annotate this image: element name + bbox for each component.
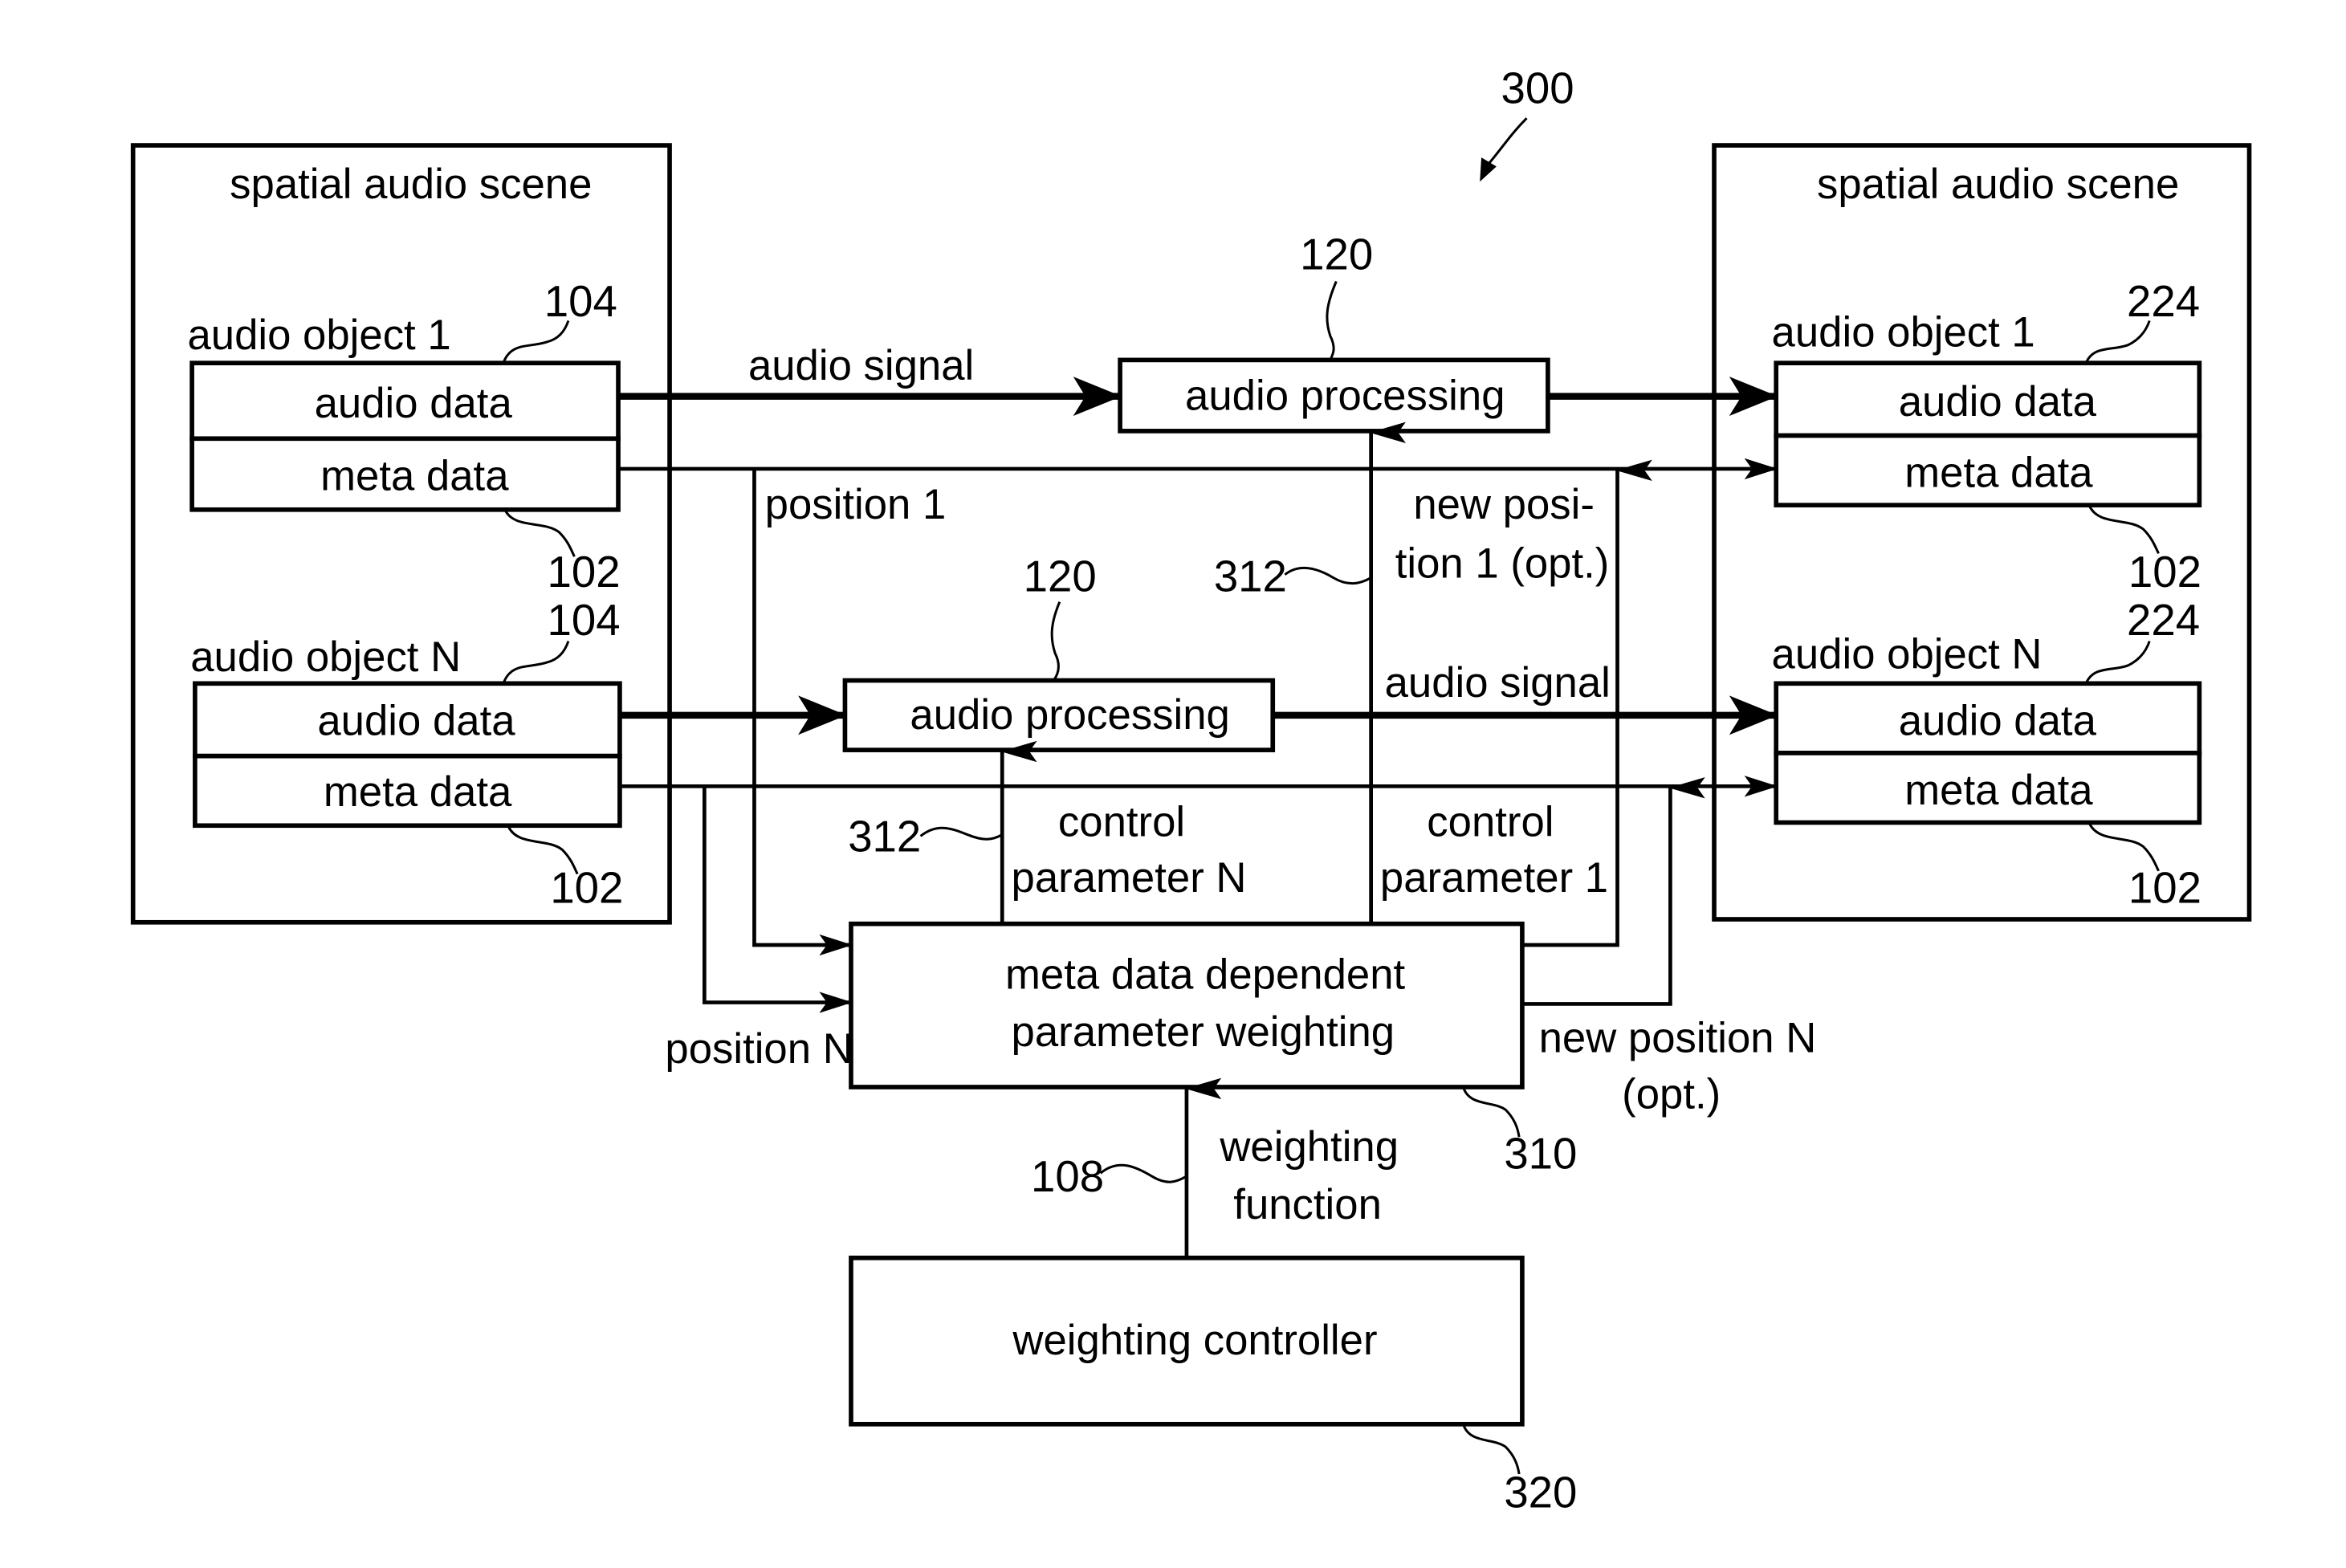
left-object-1-ref-104: 104 [544,277,617,326]
leader-120-mid [1050,601,1061,682]
label-audio-signal-n: audio signal [1385,659,1611,707]
parameter-weighting-block: meta data dependent parameter weighting … [849,921,1577,1179]
audio-processing-1: audio processing 120 [1118,230,1550,434]
audio-processing-1-label: audio processing [1185,373,1505,420]
left-object-n-ref-104: 104 [548,596,621,645]
left-object-n-meta-text: meta data [324,768,512,816]
label-audio-signal-1: audio signal [748,342,974,389]
label-control-n-1: control [1058,798,1185,845]
label-control-1-1: control [1427,798,1554,845]
weighting-block-line2: parameter weighting [1012,1008,1395,1056]
right-object-1-ref-102: 102 [2128,548,2201,597]
label-ref-312-lower: 312 [848,812,921,861]
weighting-controller-label: weighting controller [1012,1317,1377,1364]
leader-120-top [1326,280,1338,361]
arrow-position-n [702,786,853,1013]
label-ref-108: 108 [1031,1152,1104,1201]
audio-processing-1-ref: 120 [1300,230,1373,279]
left-object-1-audio-text: audio data [315,380,513,427]
diagram: 300 spatial audio scene audio object 1 1… [130,63,2252,1517]
audio-processing-n-label: audio processing [910,691,1229,739]
left-object-n-label: audio object N [190,633,461,681]
left-spatial-audio-scene: spatial audio scene audio object 1 104 a… [130,143,672,925]
left-object-n-ref-102: 102 [550,863,623,912]
right-object-1-label: audio object 1 [1772,308,2035,356]
figure-ref-arrow [1488,117,1528,165]
right-object-n-label: audio object N [1772,630,2043,678]
leader-312-upper [1284,566,1372,585]
right-object-n-audio-text: audio data [1899,697,2097,744]
label-control-1-2: parameter 1 [1380,854,1608,902]
label-weighting-function-a: weighting [1219,1123,1399,1171]
leader-320 [1462,1423,1521,1475]
right-spatial-audio-scene: spatial audio scene audio object 1 224 a… [1712,143,2252,922]
right-scene-title: spatial audio scene [1817,161,2179,208]
right-object-n-meta-text: meta data [1904,767,2093,814]
label-position-1: position 1 [765,481,947,528]
label-new-position-n-b: (opt.) [1622,1070,1721,1118]
audio-processing-n-ref: 120 [1024,552,1097,601]
leader-312-lower [919,826,1003,841]
label-weighting-function-b: function [1233,1181,1382,1228]
label-ref-312-upper: 312 [1214,552,1287,601]
right-object-n-ref-102: 102 [2128,863,2201,912]
left-object-n-audio-text: audio data [317,697,515,744]
label-new-position-1-b: tion 1 (opt.) [1395,540,1610,588]
left-object-1-ref-102: 102 [548,548,621,597]
right-object-1-ref-224: 224 [2127,277,2200,326]
left-scene-title: spatial audio scene [230,161,592,208]
right-object-n-ref-224: 224 [2127,596,2200,645]
leader-108 [1099,1163,1187,1183]
audio-processing-n: audio processing 120 [842,552,1276,752]
weighting-controller-block: weighting controller 320 [849,1255,1577,1517]
left-object-1-label: audio object 1 [187,312,450,359]
right-object-1-meta-text: meta data [1904,450,2093,497]
figure-ref-arrowhead [1480,157,1497,182]
weighting-block-ref-310: 310 [1504,1130,1577,1179]
label-control-n-2: parameter N [1012,854,1247,902]
weighting-block-line1: meta data dependent [1005,951,1406,999]
left-object-1-meta-text: meta data [320,452,509,499]
label-new-position-1-a: new posi- [1413,481,1595,528]
label-position-n: position N [665,1025,853,1073]
weighting-controller-ref-320: 320 [1504,1468,1577,1517]
arrow-position-1 [752,468,853,956]
right-object-1-audio-text: audio data [1899,378,2097,426]
label-new-position-n-a: new position N [1539,1015,1817,1062]
figure-ref-300: 300 [1501,63,1574,112]
